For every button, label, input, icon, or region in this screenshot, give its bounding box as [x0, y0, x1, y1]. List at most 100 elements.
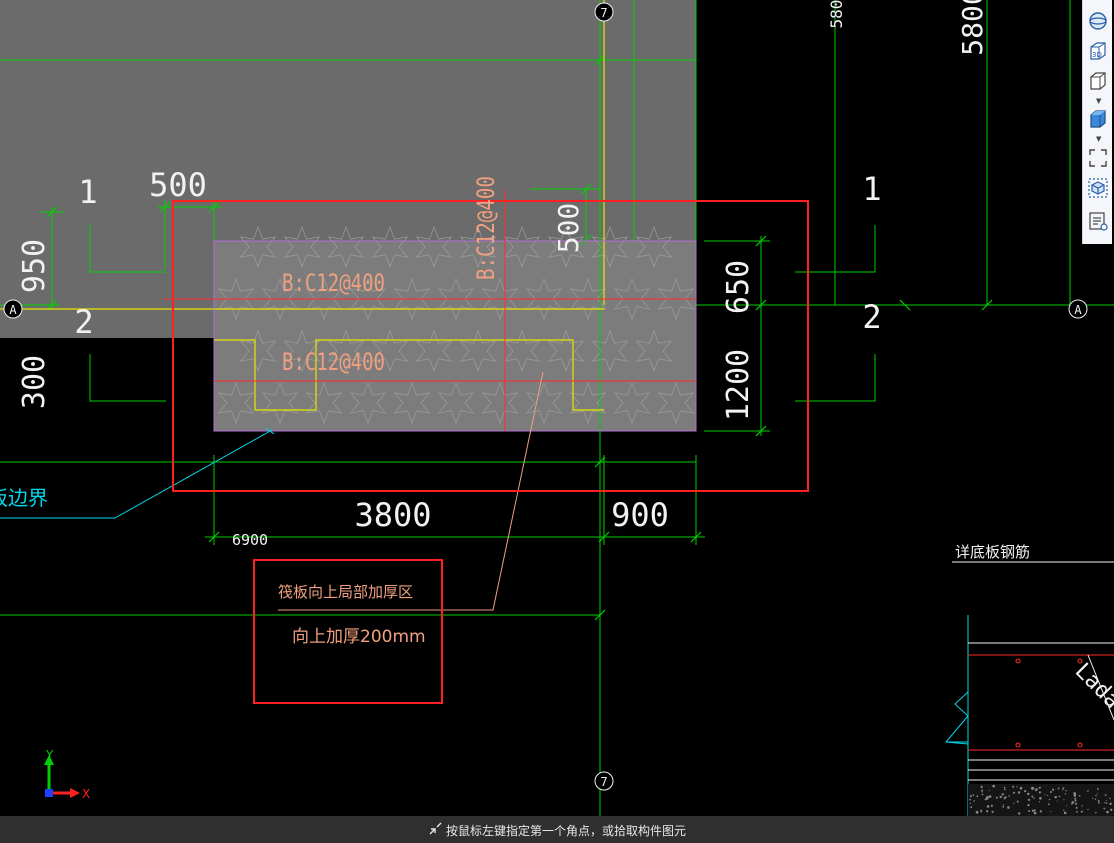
gravel-dot	[981, 791, 983, 793]
gravel-dot	[1109, 797, 1111, 800]
gravel-dot	[1087, 809, 1089, 811]
slab-boundary-label: 板边界	[0, 486, 48, 510]
zoom-extents-icon[interactable]	[1087, 147, 1109, 169]
orbit-view-icon[interactable]	[1087, 10, 1109, 32]
gravel-dot	[1064, 793, 1067, 795]
axis-label-a-right: A	[1074, 303, 1082, 317]
gravel-dot	[1056, 800, 1058, 802]
gravel-dot	[1110, 803, 1112, 806]
axis-label-a-left: A	[9, 303, 17, 317]
gravel-dot	[1104, 802, 1106, 804]
pick-point-icon	[429, 822, 442, 835]
gravel-dot	[1047, 803, 1050, 806]
gravel-dot	[1097, 799, 1100, 802]
section-mark-right-1: 1	[862, 170, 881, 208]
gravel-dot	[1027, 798, 1031, 802]
gravel-dot	[1039, 810, 1042, 813]
gravel-dot	[1056, 796, 1058, 798]
detail-title: 详底板钢筋	[955, 543, 1030, 561]
gravel-dot	[1017, 791, 1021, 794]
gravel-dot	[1002, 805, 1004, 808]
gravel-dot	[1027, 792, 1030, 796]
gravel-dot	[1028, 810, 1031, 812]
gravel-dot	[1078, 795, 1081, 797]
gravel-dot	[980, 811, 982, 813]
gravel-dot	[1016, 800, 1019, 803]
gravel-dot	[988, 795, 992, 798]
ucs-icon: Y X	[44, 748, 90, 801]
rebar-label-upper: B:C12@400	[282, 269, 385, 297]
gravel-dot	[1047, 794, 1049, 796]
gravel-dot	[1075, 802, 1078, 805]
gravel-dot	[970, 795, 972, 798]
gravel-dot	[1034, 789, 1037, 792]
gravel-dot	[969, 798, 971, 801]
cad-drawing-canvas[interactable]: 7 7 A A 500 3800 900 6900 950 300 500 65…	[0, 0, 1114, 843]
gravel-dot	[990, 804, 994, 807]
gravel-dot	[1012, 785, 1015, 788]
section-mark-left-1: 1	[78, 173, 97, 211]
gravel-dot	[1016, 786, 1018, 788]
solid-cube-icon[interactable]	[1087, 108, 1109, 130]
cube-view-dropdown-icon[interactable]: ▼	[1096, 97, 1101, 105]
gravel-dot	[1094, 798, 1097, 800]
gravel-dot	[1105, 802, 1108, 804]
gravel-dot	[986, 805, 990, 808]
gravel-dot	[976, 795, 979, 798]
detail-outline	[944, 615, 969, 816]
gravel-dot	[1008, 795, 1010, 797]
gravel-dot	[1018, 812, 1021, 815]
cad-drawing-svg[interactable]: 7 7 A A 500 3800 900 6900 950 300 500 65…	[0, 0, 1114, 816]
gravel-dot	[973, 800, 975, 802]
gravel-dot	[981, 789, 983, 792]
gravel-dot	[1019, 786, 1023, 790]
gravel-dot	[1031, 786, 1034, 790]
gravel-dot	[986, 795, 989, 799]
gravel-dot	[1038, 787, 1041, 789]
properties-view-icon[interactable]	[1087, 210, 1109, 232]
gravel-dot	[1027, 804, 1030, 807]
dim-580: 580	[827, 0, 846, 28]
gravel-dot	[1033, 811, 1037, 815]
gravel-dot	[1080, 810, 1083, 813]
gravel-dot	[1031, 795, 1034, 798]
cube-view-icon[interactable]	[1087, 70, 1109, 92]
gravel-dot	[969, 802, 972, 804]
solid-cube-dropdown-icon[interactable]: ▼	[1096, 135, 1101, 143]
gravel-dot	[1076, 811, 1078, 813]
view-3d-icon[interactable]: 3D	[1087, 40, 1109, 62]
gravel-dot	[1001, 796, 1003, 798]
view-3d-label: 3D	[1092, 51, 1102, 59]
select-element-icon[interactable]	[1087, 177, 1109, 199]
gravel-dot	[1039, 801, 1041, 803]
gravel-dot	[984, 798, 987, 801]
dim-650: 650	[721, 260, 756, 314]
note-title: 筏板向上局部加厚区	[278, 583, 413, 601]
gravel-dot	[1063, 811, 1067, 815]
gravel-dot	[1104, 794, 1107, 796]
gravel-dot	[1031, 809, 1035, 812]
gravel-dot	[1004, 788, 1006, 791]
rebar-label-vertical: B:C12@400	[472, 176, 500, 280]
gravel-dot	[986, 810, 989, 813]
gravel-dot	[1073, 794, 1077, 797]
gravel-dot	[1038, 791, 1041, 794]
gravel-dot	[1050, 811, 1052, 813]
gravel-dot	[975, 810, 979, 814]
section-mark-left-2: 2	[74, 303, 93, 341]
gravel-dot	[1007, 806, 1010, 809]
ucs-y-label: Y	[45, 748, 54, 762]
gravel-dot	[1092, 797, 1094, 800]
gravel-dot	[970, 806, 973, 809]
gravel-dot	[995, 796, 998, 799]
gravel-dot	[1106, 810, 1109, 814]
gravel-dot	[1062, 787, 1065, 789]
gravel-dot	[1058, 795, 1061, 798]
gravel-dot	[1012, 791, 1015, 794]
gravel-dot	[1052, 788, 1055, 791]
gravel-dot	[981, 787, 983, 789]
dim-1200: 1200	[721, 349, 756, 421]
gravel-dot	[1013, 802, 1015, 804]
axis-label-7-top: 7	[600, 6, 607, 20]
gravel-dot	[1065, 790, 1067, 792]
